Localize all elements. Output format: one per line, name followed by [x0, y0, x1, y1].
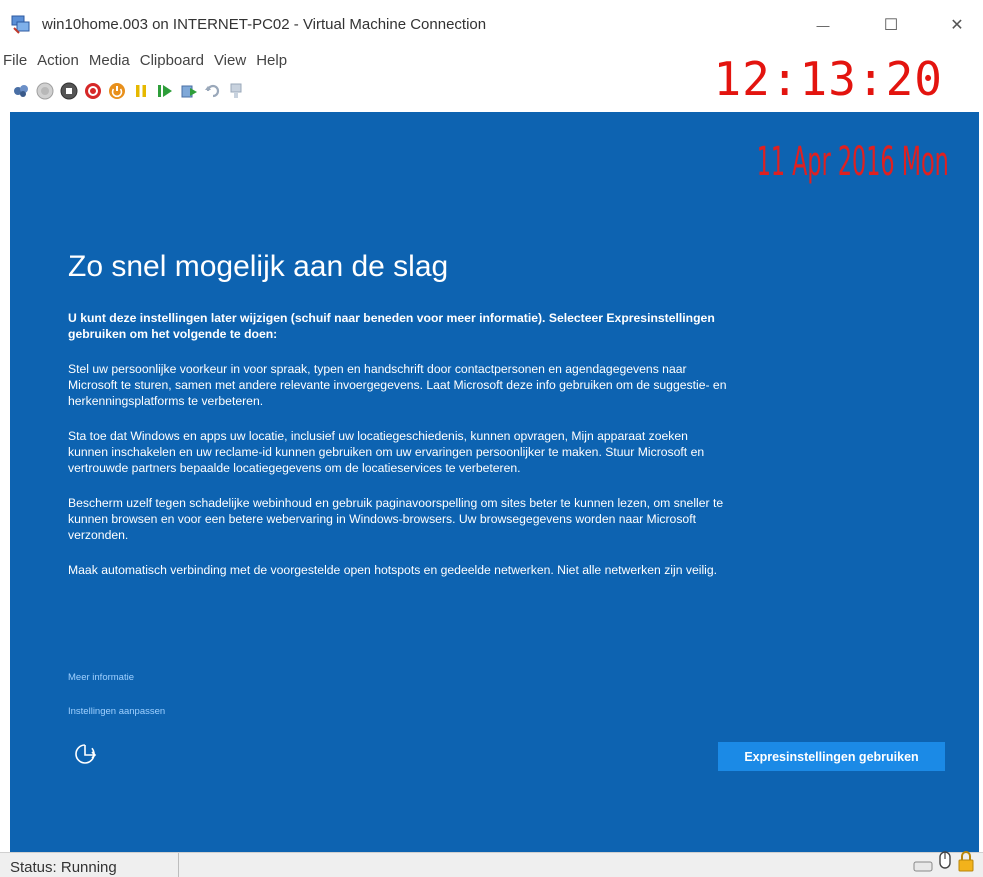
keyboard-icon — [913, 858, 933, 877]
setup-paragraph-network: Maak automatisch verbinding met de voorg… — [68, 563, 718, 577]
date-overlay: 11 Apr 2016 Mon — [756, 139, 949, 185]
mouse-icon — [937, 850, 953, 877]
pause-icon[interactable] — [132, 82, 150, 100]
customize-settings-link[interactable]: Instellingen aanpassen — [68, 706, 165, 717]
setup-heading: Zo snel mogelijk aan de slag — [68, 250, 449, 283]
menu-file[interactable]: File — [0, 50, 32, 74]
close-icon: ✕ — [950, 17, 964, 34]
save-icon[interactable] — [108, 82, 126, 100]
menu-help[interactable]: Help — [251, 50, 292, 74]
start-icon[interactable] — [36, 82, 54, 100]
menu-media[interactable]: Media — [84, 50, 135, 74]
status-tray — [913, 850, 975, 877]
maximize-icon: ☐ — [883, 17, 899, 34]
status-text: Status: Running — [10, 859, 117, 876]
menu-clipboard[interactable]: Clipboard — [135, 50, 209, 74]
minimize-icon: — — [816, 17, 830, 33]
setup-content: U kunt deze instellingen later wijzigen … — [68, 310, 728, 597]
status-bar: Status: Running — [0, 850, 983, 877]
shut-down-icon[interactable] — [84, 82, 102, 100]
checkpoint-icon[interactable] — [180, 82, 198, 100]
ctrl-alt-del-icon[interactable] — [12, 82, 30, 100]
setup-paragraph-speech: Stel uw persoonlijke voorkeur in voor sp… — [68, 362, 727, 408]
setup-paragraph-location: Sta toe dat Windows en apps uw locatie, … — [68, 429, 705, 475]
window-title: win10home.003 on INTERNET-PC02 - Virtual… — [42, 16, 487, 33]
menu-view[interactable]: View — [209, 50, 251, 74]
status-divider — [178, 853, 179, 877]
menu-action[interactable]: Action — [32, 50, 84, 74]
turn-off-icon[interactable] — [60, 82, 78, 100]
close-button[interactable]: ✕ — [934, 8, 980, 42]
resume-icon[interactable] — [156, 82, 174, 100]
vm-connection-icon — [10, 14, 32, 34]
maximize-button[interactable]: ☐ — [868, 8, 914, 42]
ease-of-access-icon[interactable] — [72, 738, 102, 768]
setup-paragraph-browser: Bescherm uzelf tegen schadelijke webinho… — [68, 496, 724, 542]
toolbar — [12, 80, 246, 102]
menu-bar: File Action Media Clipboard View Help — [0, 50, 292, 74]
express-settings-button[interactable]: Expresinstellingen gebruiken — [718, 742, 945, 771]
enhanced-session-icon[interactable] — [228, 82, 246, 100]
vm-screen[interactable]: 11 Apr 2016 Mon Zo snel mogelijk aan de … — [10, 112, 979, 852]
time-overlay: 12:13:20 — [713, 52, 943, 106]
revert-icon[interactable] — [204, 82, 222, 100]
lock-icon — [957, 850, 975, 877]
setup-intro: U kunt deze instellingen later wijzigen … — [68, 311, 715, 341]
minimize-button[interactable]: — — [800, 8, 846, 42]
window-titlebar: win10home.003 on INTERNET-PC02 - Virtual… — [0, 0, 983, 50]
more-info-link[interactable]: Meer informatie — [68, 672, 134, 683]
